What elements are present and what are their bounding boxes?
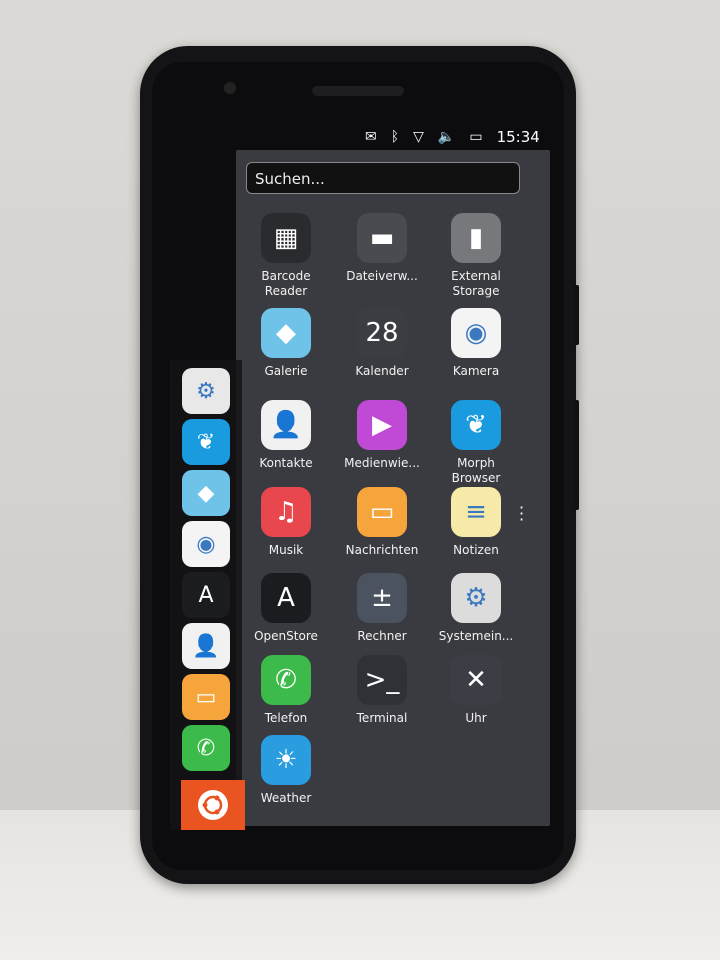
- app-label: Musik: [268, 543, 304, 557]
- app-label: Uhr: [465, 711, 487, 725]
- weather-icon: ☀: [261, 735, 311, 785]
- app-label: Rechner: [357, 629, 407, 643]
- app-camera[interactable]: ◉ Kamera: [431, 308, 521, 379]
- app-calendar[interactable]: 28 Kalender: [337, 308, 427, 379]
- launcher-camera-icon[interactable]: ◉: [182, 521, 230, 567]
- calendar-icon: 28: [357, 308, 407, 358]
- speaker: [312, 86, 404, 96]
- app-label: OpenStore: [254, 629, 318, 643]
- app-label: Telefon: [264, 711, 308, 725]
- power-button: [573, 400, 579, 510]
- app-contacts[interactable]: 👤 Kontakte: [241, 400, 331, 471]
- launcher-gallery-icon[interactable]: ◆: [182, 470, 230, 516]
- app-label: Weather: [260, 791, 312, 805]
- openstore-icon: A: [261, 573, 311, 623]
- folder-icon: ▬: [357, 213, 407, 263]
- app-settings[interactable]: ⚙ Systemein...: [431, 573, 521, 644]
- app-qr-code[interactable]: ▦ Barcode Reader: [241, 213, 331, 299]
- app-media-player[interactable]: ▶ Medienwie...: [337, 400, 427, 471]
- app-openstore[interactable]: A OpenStore: [241, 573, 331, 644]
- app-clock[interactable]: ✕ Uhr: [431, 655, 521, 726]
- morph-browser-icon: ❦: [451, 400, 501, 450]
- ubuntu-logo-icon[interactable]: [181, 780, 245, 830]
- calculator-icon: ±: [357, 573, 407, 623]
- app-label: External Storage: [451, 269, 501, 298]
- search-input[interactable]: Suchen...: [246, 162, 520, 194]
- app-weather[interactable]: ☀ Weather: [241, 735, 331, 806]
- launcher-messages-icon[interactable]: ▭: [182, 674, 230, 720]
- app-sd-card[interactable]: ▮ External Storage: [431, 213, 521, 299]
- launcher-openstore-icon[interactable]: A: [182, 572, 230, 618]
- phone-icon: ✆: [261, 655, 311, 705]
- settings-icon: ⚙: [451, 573, 501, 623]
- gallery-icon: ◆: [261, 308, 311, 358]
- status-bar[interactable]: ✉ ᛒ ▽ 🔈 ▭ 15:34: [365, 128, 540, 146]
- app-label: Notizen: [453, 543, 499, 557]
- app-label: Kalender: [355, 364, 409, 378]
- launcher-settings-icon[interactable]: ⚙: [182, 368, 230, 414]
- launcher-contacts-icon[interactable]: 👤: [182, 623, 230, 669]
- camera-icon: ◉: [451, 308, 501, 358]
- launcher-phone-icon[interactable]: ✆: [182, 725, 230, 771]
- notes-icon: ≡: [451, 487, 501, 537]
- app-phone[interactable]: ✆ Telefon: [241, 655, 331, 726]
- app-notes[interactable]: ≡ Notizen: [431, 487, 521, 558]
- app-label: Barcode Reader: [261, 269, 311, 298]
- app-label: Kontakte: [259, 456, 313, 470]
- app-gallery[interactable]: ◆ Galerie: [241, 308, 331, 379]
- mail-icon: ✉: [365, 129, 377, 145]
- wifi-icon: ▽: [413, 129, 424, 145]
- media-player-icon: ▶: [357, 400, 407, 450]
- music-icon: ♫: [261, 487, 311, 537]
- app-folder[interactable]: ▬ Dateiverw...: [337, 213, 427, 284]
- sd-card-icon: ▮: [451, 213, 501, 263]
- app-label: Nachrichten: [345, 543, 419, 557]
- terminal-icon: >_: [357, 655, 407, 705]
- app-label: Systemein...: [438, 629, 514, 643]
- contacts-icon: 👤: [261, 400, 311, 450]
- launcher-morph-browser-icon[interactable]: ❦: [182, 419, 230, 465]
- app-label: Kamera: [452, 364, 500, 378]
- app-label: Morph Browser: [451, 456, 501, 485]
- app-morph-browser[interactable]: ❦ Morph Browser: [431, 400, 521, 486]
- clock-icon: ✕: [451, 655, 501, 705]
- front-camera: [224, 82, 236, 94]
- app-label: Terminal: [356, 711, 408, 725]
- qr-code-icon: ▦: [261, 213, 311, 263]
- app-music[interactable]: ♫ Musik: [241, 487, 331, 558]
- app-terminal[interactable]: >_ Terminal: [337, 655, 427, 726]
- app-messages[interactable]: ▭ Nachrichten: [337, 487, 427, 558]
- app-label: Galerie: [264, 364, 308, 378]
- battery-icon: ▭: [469, 129, 483, 145]
- messages-icon: ▭: [357, 487, 407, 537]
- more-options-icon[interactable]: · · ·: [519, 500, 524, 528]
- app-label: Dateiverw...: [346, 269, 418, 283]
- app-calculator[interactable]: ± Rechner: [337, 573, 427, 644]
- launcher: ⚙ ❦ ◆ ◉ A 👤 ▭ ✆: [170, 360, 242, 830]
- volume-button: [573, 285, 579, 345]
- app-label: Medienwie...: [344, 456, 420, 470]
- bluetooth-icon: ᛒ: [390, 129, 400, 145]
- volume-icon: 🔈: [437, 129, 456, 145]
- clock-time: 15:34: [496, 128, 540, 146]
